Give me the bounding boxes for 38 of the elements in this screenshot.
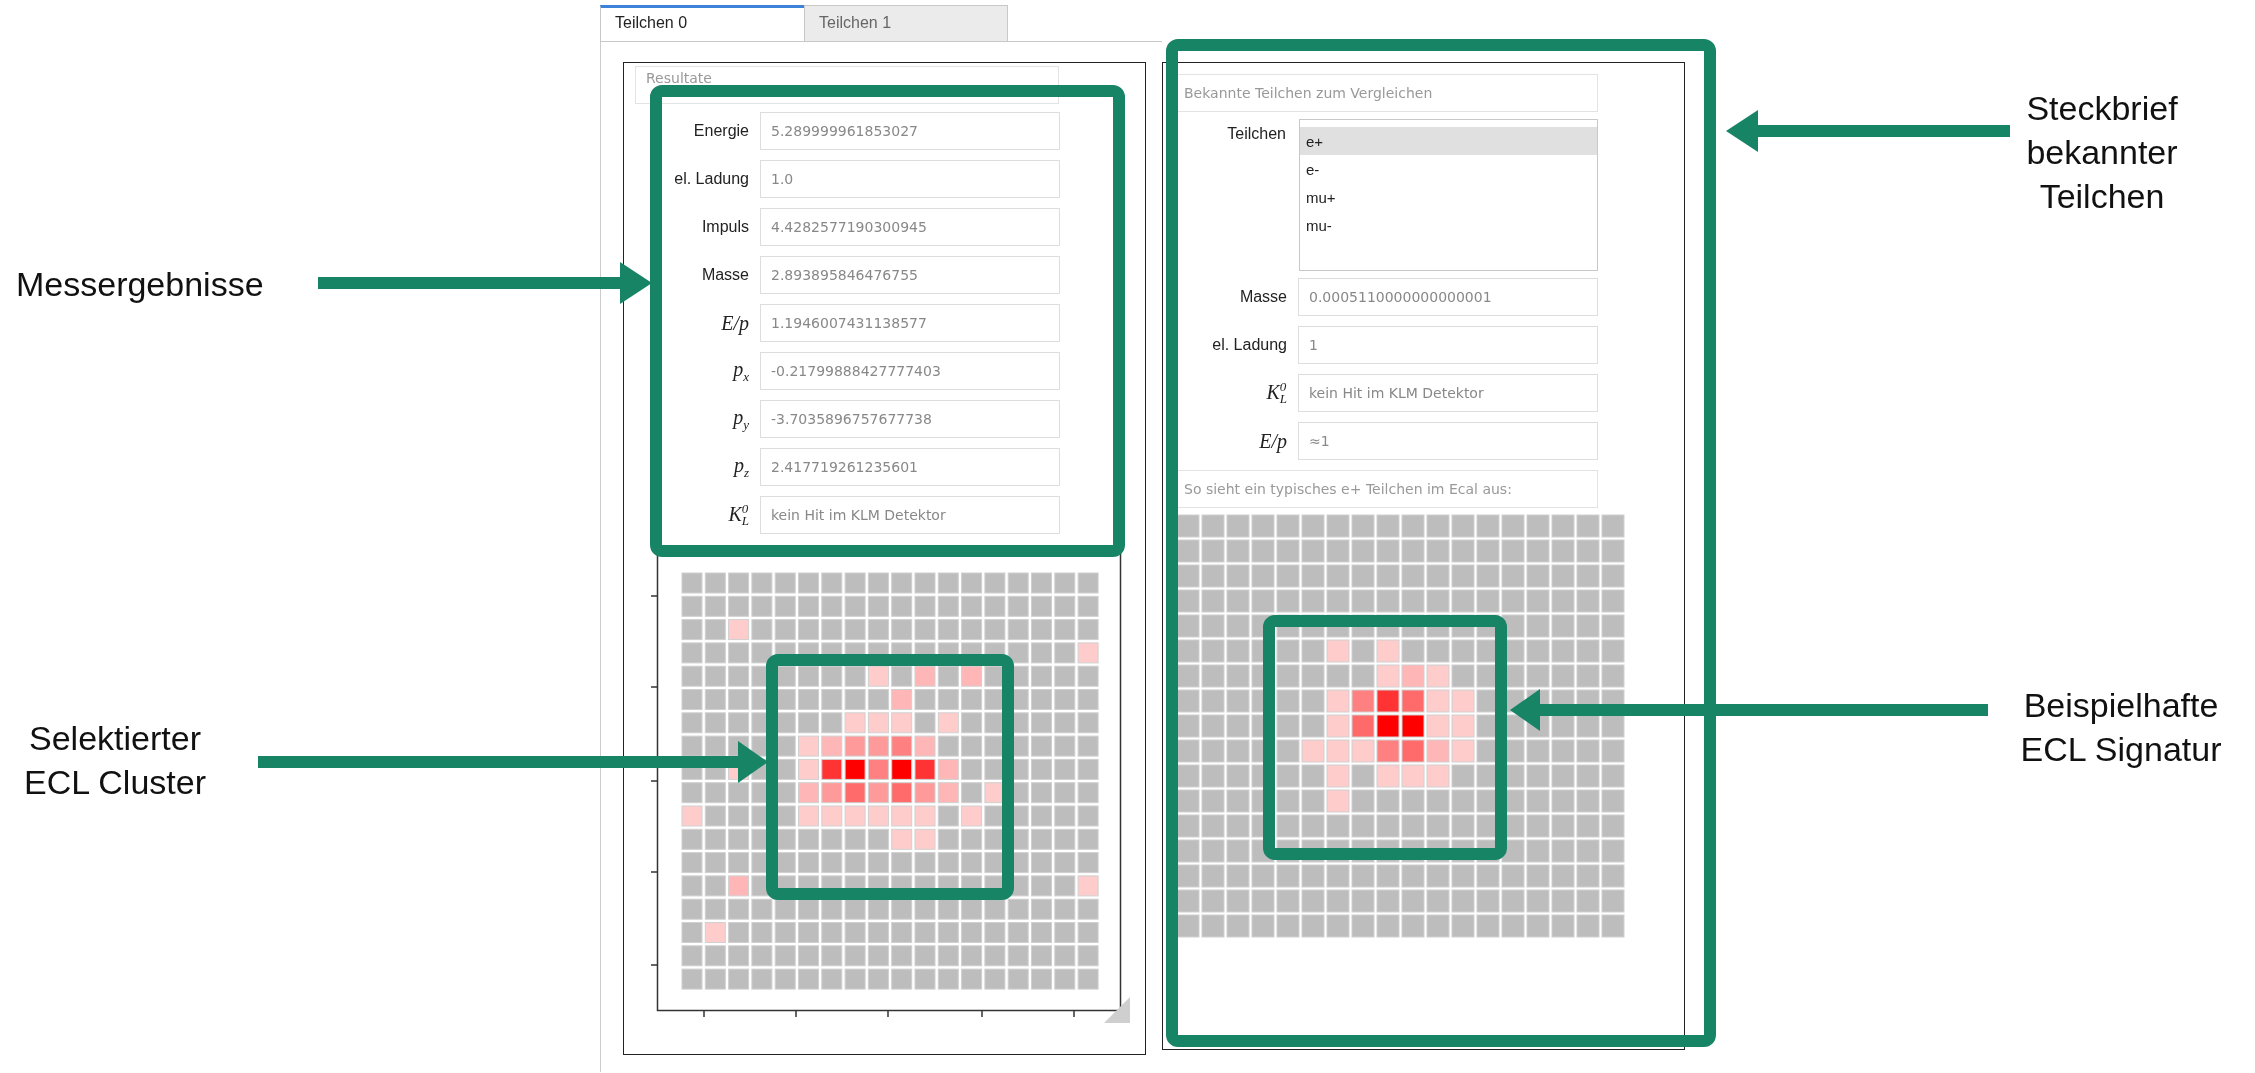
field-label: p$_{x}$ (731, 357, 749, 385)
value-field[interactable]: 2.417719261235601 (760, 448, 1060, 486)
section-header: Resultate (635, 66, 1059, 104)
particle-listbox[interactable]: e+ e- mu+ mu- (1299, 119, 1598, 271)
tab[interactable]: Teilchen 0 (600, 5, 804, 41)
resize-handle-icon[interactable] (1104, 997, 1130, 1023)
value-field[interactable]: kein Hit im KLM Detektor (1298, 374, 1598, 412)
field-label: p$_{y}$ (731, 405, 749, 433)
list-option[interactable]: mu- (1300, 211, 1597, 239)
list-option[interactable]: e+ (1300, 127, 1597, 155)
value-field[interactable]: 1.0 (760, 160, 1060, 198)
value-field[interactable]: 2.893895846476755 (760, 256, 1060, 294)
field-label: el. Ladung (673, 170, 749, 188)
value-field[interactable]: 1.1946007431138577 (760, 304, 1060, 342)
value-field[interactable]: 1 (1298, 326, 1598, 364)
value-field[interactable]: -3.7035896757677738 (760, 400, 1060, 438)
tab[interactable]: Teilchen 1 (804, 5, 1008, 41)
annotation-label: Selektierter ECL Cluster (23, 718, 207, 803)
value-field[interactable]: 5.289999961853027 (760, 112, 1060, 150)
list-option[interactable]: e- (1300, 155, 1597, 183)
field-label: el. Ladung (1211, 336, 1287, 354)
field-label: Energie (692, 122, 749, 140)
list-option[interactable]: mu+ (1300, 183, 1597, 211)
value-field[interactable]: 4.4282577190300945 (760, 208, 1060, 246)
field-label: Teilchen (1226, 124, 1286, 143)
field-label: E/p (1258, 429, 1287, 453)
field-label: Masse (1238, 288, 1287, 306)
annotation-label: Messergebnisse (16, 264, 264, 305)
field-label: p$_{z}$ (732, 453, 749, 481)
value-field[interactable]: -0.21799888427777403 (760, 352, 1060, 390)
annotation-label: Steckbrief bekannter Teilchen (2025, 88, 2179, 217)
annotation-label: Beispielhafte ECL Signatur (2019, 685, 2223, 770)
value-field[interactable]: 0.0005110000000000001 (1298, 278, 1598, 316)
value-field[interactable]: kein Hit im KLM Detektor (760, 496, 1060, 534)
field-label: Impuls (700, 218, 749, 236)
field-label: E/p (720, 311, 749, 335)
value-field[interactable]: ≈1 (1298, 422, 1598, 460)
field-label: Masse (700, 266, 749, 284)
